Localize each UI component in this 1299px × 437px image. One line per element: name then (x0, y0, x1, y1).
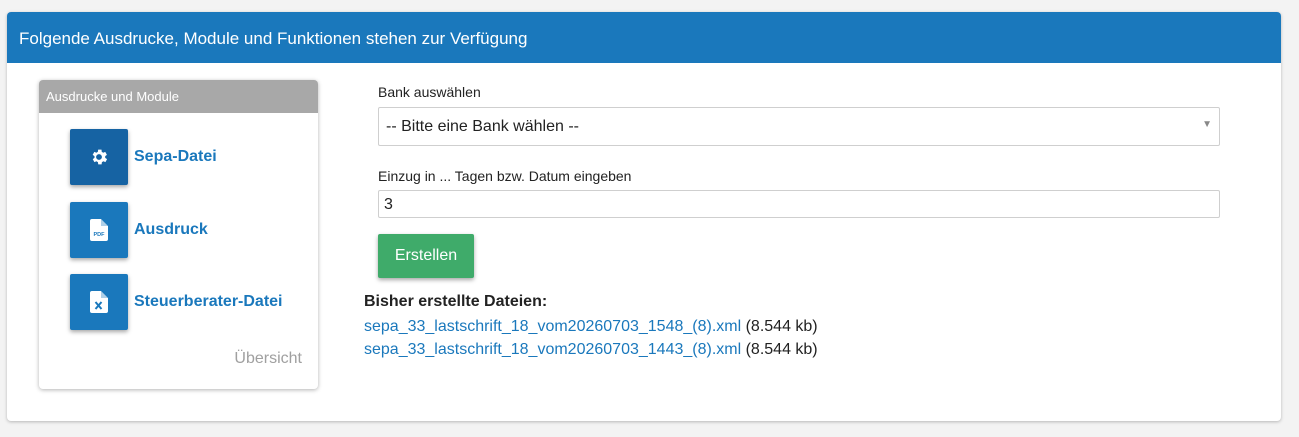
file-link[interactable]: sepa_33_lastschrift_18_vom20260703_1548_… (364, 318, 741, 335)
panel-title: Folgende Ausdrucke, Module und Funktione… (7, 12, 1281, 63)
bank-select[interactable]: -- Bitte eine Bank wählen -- ▼ (378, 107, 1220, 146)
module-sepa[interactable]: Sepa-Datei (70, 129, 217, 185)
file-row: sepa_33_lastschrift_18_vom20260703_1443_… (364, 338, 818, 361)
module-steuerberater[interactable]: Steuerberater-Datei (70, 274, 283, 330)
modules-card: Ausdrucke und Module Sepa-Datei PDF Ausd… (39, 80, 318, 389)
created-files-title: Bisher erstellte Dateien: (364, 293, 548, 310)
bank-select-value: -- Bitte eine Bank wählen -- (386, 118, 579, 135)
file-row: sepa_33_lastschrift_18_vom20260703_1548_… (364, 315, 818, 338)
steuerberater-tile[interactable] (70, 274, 128, 330)
days-input[interactable]: 3 (378, 190, 1220, 218)
modules-card-title: Ausdrucke und Module (39, 80, 318, 113)
module-ausdruck[interactable]: PDF Ausdruck (70, 202, 208, 258)
created-files: Bisher erstellte Dateien: sepa_33_lastsc… (364, 293, 818, 361)
overview-link[interactable]: Übersicht (234, 350, 302, 368)
file-size: (8.544 kb) (745, 341, 818, 358)
create-button[interactable]: Erstellen (378, 234, 474, 278)
excel-file-icon (90, 291, 108, 313)
file-size: (8.544 kb) (745, 318, 818, 335)
sepa-tile[interactable] (70, 129, 128, 185)
ausdruck-tile[interactable]: PDF (70, 202, 128, 258)
svg-text:PDF: PDF (94, 232, 106, 238)
sepa-label[interactable]: Sepa-Datei (134, 148, 217, 166)
file-link[interactable]: sepa_33_lastschrift_18_vom20260703_1443_… (364, 341, 741, 358)
functions-panel: Folgende Ausdrucke, Module und Funktione… (7, 12, 1281, 421)
caret-down-icon: ▼ (1202, 119, 1212, 130)
sepa-form: Bank auswählen -- Bitte eine Bank wählen… (378, 84, 1220, 278)
days-input-label: Einzug in ... Tagen bzw. Datum eingeben (378, 168, 632, 184)
steuerberater-label[interactable]: Steuerberater-Datei (134, 293, 283, 311)
pdf-file-icon: PDF (90, 219, 108, 241)
bank-select-label: Bank auswählen (378, 84, 481, 100)
gear-icon (92, 149, 108, 165)
ausdruck-label[interactable]: Ausdruck (134, 221, 208, 239)
